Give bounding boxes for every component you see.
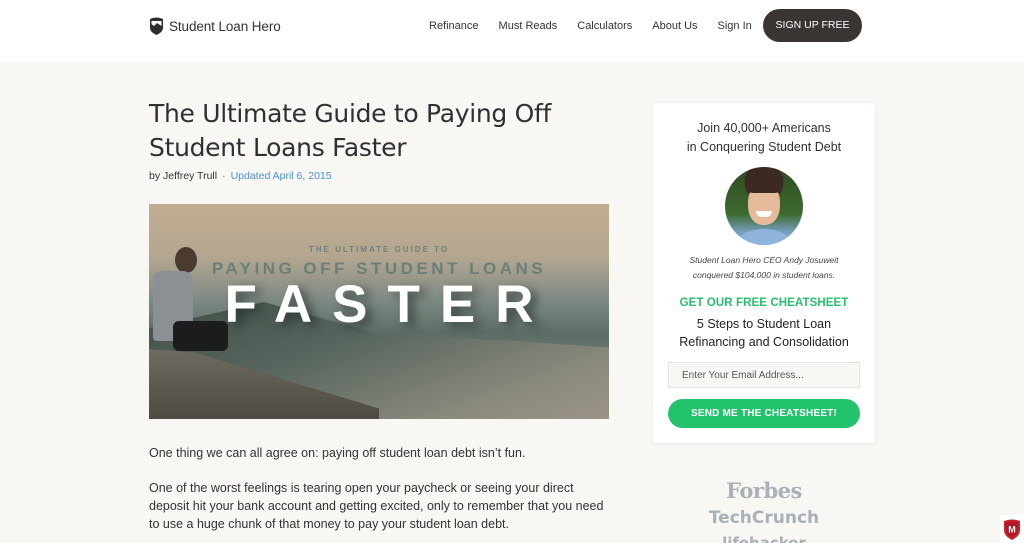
steps-line-2: Refinancing and Consolidation (679, 335, 849, 349)
join-heading: Join 40,000+ Americans in Conquering Stu… (653, 119, 875, 157)
avatar-caption: Student Loan Hero CEO Andy Josuweit conq… (653, 253, 875, 283)
site-header: Student Loan Hero Refinance Must Reads C… (0, 0, 1024, 62)
ceo-avatar (725, 167, 803, 245)
nav-refinance[interactable]: Refinance (429, 20, 479, 32)
hero-text-line1: THE ULTIMATE GUIDE TO (308, 245, 450, 254)
main-nav: Refinance Must Reads Calculators About U… (429, 20, 772, 32)
caption-line-2: conquered $104,000 in student loans. (692, 270, 836, 280)
byline: by Jeffrey Trull · Updated April 6, 2015 (149, 170, 332, 182)
mcafee-letter: M (1008, 524, 1016, 534)
signup-card: Join 40,000+ Americans in Conquering Stu… (653, 103, 875, 443)
email-input[interactable] (668, 362, 860, 388)
hero-text-line3: FASTER (224, 275, 554, 334)
byline-separator: · (222, 170, 226, 182)
sign-up-free-button[interactable]: SIGN UP FREE (763, 9, 862, 42)
mcafee-badge[interactable]: M (1000, 515, 1024, 543)
join-line-2: in Conquering Student Debt (686, 140, 842, 154)
press-logo-forbes: Forbes (726, 478, 802, 503)
nav-about-us[interactable]: About Us (652, 20, 697, 32)
send-cheatsheet-button[interactable]: SEND ME THE CHEATSHEET! (668, 399, 860, 428)
join-line-1: Join 40,000+ Americans (697, 121, 831, 135)
mcafee-shield-icon: M (1004, 519, 1020, 540)
hero-image: THE ULTIMATE GUIDE TO PAYING OFF STUDENT… (149, 204, 609, 419)
press-logo-lifehacker: lifehacker (722, 534, 806, 543)
nav-must-reads[interactable]: Must Reads (499, 20, 558, 32)
avatar-hair (747, 179, 781, 193)
updated-date: Updated April 6, 2015 (230, 170, 332, 182)
shield-logo-icon (150, 17, 163, 35)
logo-text: Student Loan Hero (169, 18, 281, 34)
site-logo[interactable]: Student Loan Hero (149, 17, 281, 35)
nav-calculators[interactable]: Calculators (577, 20, 632, 32)
press-logo-techcrunch: TechCrunch (708, 508, 820, 528)
author-link[interactable]: by Jeffrey Trull (149, 170, 217, 182)
cheatsheet-title: 5 Steps to Student Loan Refinancing and … (653, 315, 875, 351)
cheatsheet-cta: GET OUR FREE CHEATSHEET (679, 297, 849, 309)
steps-line-1: 5 Steps to Student Loan (696, 317, 832, 331)
article-paragraph: One of the worst feelings is tearing ope… (149, 481, 604, 531)
caption-line-1: Student Loan Hero CEO Andy Josuweit (689, 255, 839, 265)
avatar-shirt (739, 229, 789, 245)
article-paragraph: One thing we can all agree on: paying of… (149, 446, 526, 460)
article-title: The Ultimate Guide to Paying Off Student… (149, 99, 551, 162)
nav-sign-in[interactable]: Sign In (718, 20, 752, 32)
